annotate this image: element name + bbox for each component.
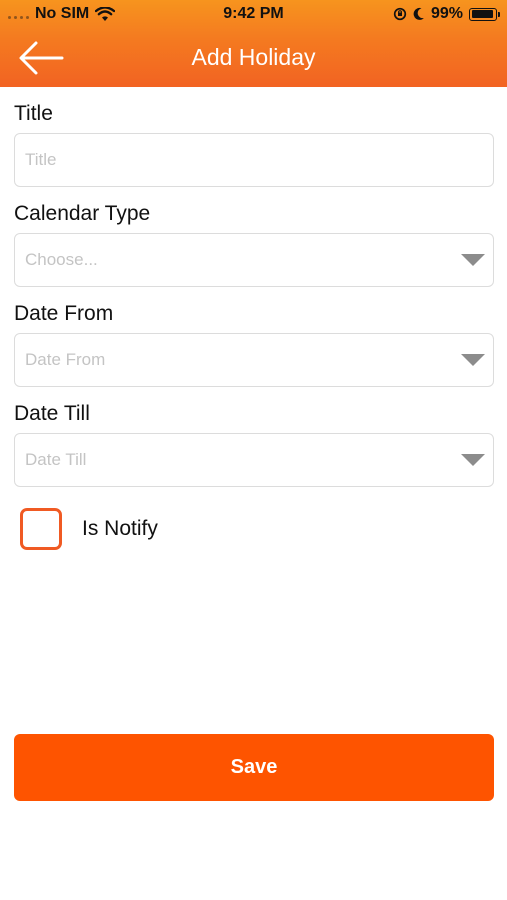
calendar-type-select[interactable]: Choose... bbox=[14, 233, 494, 287]
status-right: 99% bbox=[393, 5, 500, 23]
add-holiday-form: Title Calendar Type Choose... Date From … bbox=[14, 87, 494, 553]
page-title: Add Holiday bbox=[191, 44, 316, 70]
date-from-picker[interactable]: Date From bbox=[14, 333, 494, 387]
chevron-down-icon bbox=[461, 254, 485, 266]
app-header: No SIM 9:42 PM 99% Add Holiday bbox=[0, 0, 507, 87]
battery-percent: 99% bbox=[430, 5, 463, 22]
date-from-placeholder: Date From bbox=[25, 350, 106, 369]
title-input[interactable] bbox=[15, 134, 493, 186]
is-notify-row: Is Notify bbox=[14, 505, 494, 553]
calendar-type-label: Calendar Type bbox=[14, 202, 151, 225]
chevron-down-icon bbox=[461, 354, 485, 366]
date-till-picker[interactable]: Date Till bbox=[14, 433, 494, 487]
chevron-down-icon bbox=[461, 454, 485, 466]
is-notify-checkbox[interactable] bbox=[20, 508, 62, 550]
nav-bar: Add Holiday bbox=[0, 30, 507, 87]
is-notify-label: Is Notify bbox=[82, 517, 158, 540]
moon-icon bbox=[413, 7, 424, 20]
date-till-label: Date Till bbox=[14, 402, 90, 425]
status-bar: No SIM 9:42 PM 99% bbox=[0, 0, 507, 30]
save-button[interactable]: Save bbox=[14, 734, 494, 801]
title-label: Title bbox=[14, 102, 53, 125]
date-till-placeholder: Date Till bbox=[25, 450, 87, 469]
title-field bbox=[14, 133, 494, 187]
calendar-type-placeholder: Choose... bbox=[25, 250, 98, 269]
orientation-lock-icon bbox=[393, 7, 407, 21]
date-from-label: Date From bbox=[14, 302, 114, 325]
battery-icon bbox=[469, 7, 500, 21]
